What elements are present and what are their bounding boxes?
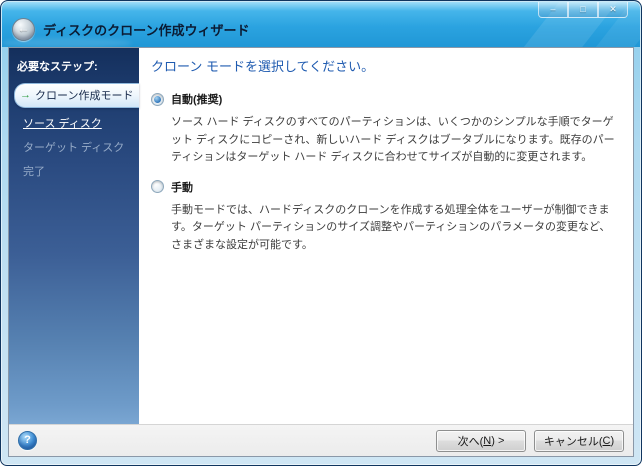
client-area: 必要なステップ: → クローン作成モード ソース ディスク ターゲット ディスク… [8, 47, 634, 457]
sidebar-item-target-disk: ターゲット ディスク [23, 142, 125, 154]
option-automatic: 自動(推奨) ソース ハード ディスクのすべてのパーティションは、いくつかのシン… [151, 91, 621, 167]
cancel-button-label-suffix: ) [610, 434, 615, 447]
sidebar-item-source-disk[interactable]: ソース ディスク [9, 111, 139, 135]
option-manual-head[interactable]: 手動 [151, 179, 621, 195]
window-title: ディスクのクローン作成ウィザード [43, 23, 250, 38]
cancel-button[interactable]: キャンセル(C) [534, 429, 624, 452]
option-manual-label: 手動 [171, 181, 193, 194]
steps-header: 必要なステップ: [17, 61, 98, 73]
cancel-button-label: キャンセル( [543, 435, 603, 448]
body-row: 必要なステップ: → クローン作成モード ソース ディスク ターゲット ディスク… [9, 48, 633, 424]
close-icon: ✕ [609, 4, 617, 14]
next-button[interactable]: 次へ(N) > [436, 429, 526, 452]
option-automatic-description: ソース ハード ディスクのすべてのパーティションは、いくつかのシンプルな手順でタ… [171, 116, 615, 164]
cancel-button-accesskey: C [602, 434, 611, 447]
radio-automatic[interactable] [151, 92, 164, 106]
radio-manual[interactable] [151, 180, 164, 194]
minimize-icon: – [550, 4, 556, 14]
close-button[interactable]: ✕ [598, 2, 628, 18]
sidebar-item-finish: 完了 [23, 166, 45, 178]
option-manual: 手動 手動モードでは、ハードディスクのクローンを作成する処理全体をユーザーが制御… [151, 179, 621, 255]
window-controls: – □ ✕ [538, 2, 628, 18]
title-bar: – □ ✕ ← ディスクのクローン作成ウィザード [2, 2, 640, 47]
option-automatic-head[interactable]: 自動(推奨) [151, 91, 621, 107]
maximize-button[interactable]: □ [568, 2, 598, 18]
option-manual-description: 手動モードでは、ハードディスクのクローンを作成する処理全体をユーザーが制御できま… [171, 203, 611, 251]
content-pane: クローン モードを選択してください。 自動(推奨) ソース ハード ディスクのす… [139, 48, 633, 424]
wizard-window: – □ ✕ ← ディスクのクローン作成ウィザード 必要なステップ: → クローン… [0, 0, 642, 466]
title-row: ← ディスクのクローン作成ウィザード [12, 18, 249, 41]
next-button-label-suffix: ) > [491, 434, 505, 447]
page-title: クローン モードを選択してください。 [151, 59, 375, 74]
option-automatic-label: 自動(推奨) [171, 94, 223, 106]
footer-bar: ? 次へ(N) > キャンセル(C) [9, 424, 633, 456]
back-button[interactable]: ← [12, 18, 35, 41]
sidebar-item-label: クローン作成モード [35, 90, 134, 102]
sidebar-item-clone-mode[interactable]: → クローン作成モード [14, 83, 139, 108]
current-step-arrow-icon: → [20, 88, 31, 101]
help-icon: ? [24, 434, 31, 446]
next-button-label: 次へ( [457, 435, 484, 448]
help-button[interactable]: ? [18, 431, 37, 450]
minimize-button[interactable]: – [538, 2, 568, 18]
maximize-icon: □ [580, 4, 586, 14]
steps-sidebar: 必要なステップ: → クローン作成モード ソース ディスク ターゲット ディスク… [9, 48, 139, 424]
back-arrow-icon: ← [17, 21, 30, 35]
next-button-accesskey: N [483, 434, 492, 447]
